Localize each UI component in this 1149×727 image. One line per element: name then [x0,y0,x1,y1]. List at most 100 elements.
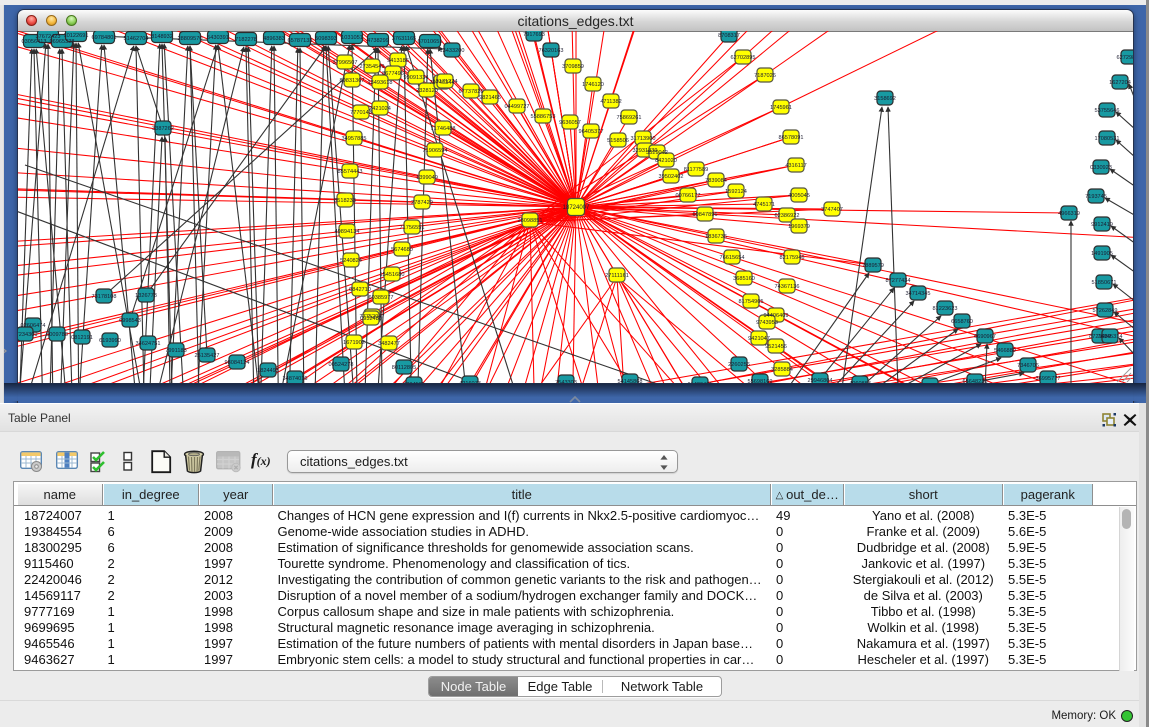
svg-text:1031051: 1031051 [341,35,363,41]
svg-text:9912419: 9912419 [1091,222,1113,228]
svg-text:76615654: 76615654 [720,255,745,261]
svg-text:85574443: 85574443 [338,169,363,175]
svg-text:3685160: 3685160 [733,276,755,282]
svg-text:39502402: 39502402 [659,174,684,180]
svg-text:34874016: 34874016 [283,376,308,382]
svg-text:1671902: 1671902 [343,340,365,346]
svg-text:51850671: 51850671 [1092,280,1117,286]
svg-text:1592124: 1592124 [725,189,747,195]
svg-text:1326773: 1326773 [135,293,157,299]
svg-text:28098851: 28098851 [518,218,543,224]
svg-text:04499727: 04499727 [505,104,530,110]
svg-text:7839084: 7839084 [705,178,727,184]
svg-text:67010651: 67010651 [418,39,443,45]
svg-text:62729806: 62729806 [1117,55,1133,61]
svg-text:7917693: 7917693 [523,32,545,38]
svg-text:3709859: 3709859 [562,64,584,70]
svg-text:4005045: 4005045 [788,193,810,199]
svg-text:4745171: 4745171 [753,202,775,208]
svg-text:5674680: 5674680 [391,247,413,253]
svg-text:3158692: 3158692 [874,96,896,102]
svg-text:6658760: 6658760 [951,319,973,325]
svg-text:8708317: 8708317 [718,33,740,39]
svg-text:8148932: 8148932 [151,34,173,40]
svg-text:15451680: 15451680 [380,272,405,278]
svg-text:1746120: 1746120 [582,82,604,88]
svg-text:6193990: 6193990 [99,338,121,344]
svg-text:80112805: 80112805 [392,365,416,371]
svg-text:65787133: 65787133 [288,38,313,44]
svg-text:7346706: 7346706 [1017,363,1039,369]
svg-text:62386922: 62386922 [775,213,800,219]
svg-text:0932480: 0932480 [360,316,382,322]
svg-text:2328120: 2328120 [416,88,438,94]
svg-text:9421047: 9421047 [748,336,770,342]
svg-text:71746488: 71746488 [431,126,456,132]
svg-text:0330923: 0330923 [1090,165,1112,171]
svg-text:7187026: 7187026 [754,73,776,79]
svg-text:34624751: 34624751 [136,341,161,347]
svg-text:17080531: 17080531 [1095,136,1120,142]
svg-text:1969379: 1969379 [788,224,810,230]
svg-text:81177589: 81177589 [684,167,708,173]
svg-text:73178108: 73178108 [92,294,117,300]
svg-text:1491905: 1491905 [1091,251,1113,257]
svg-text:13493618: 13493618 [368,80,393,86]
svg-text:69847896: 69847896 [693,212,718,218]
svg-text:0842710: 0842710 [349,287,371,293]
svg-text:1836736: 1836736 [705,234,727,240]
svg-text:71756551: 71756551 [400,225,425,231]
svg-text:4738299: 4738299 [367,38,389,44]
svg-text:9521456: 9521456 [765,344,787,350]
svg-text:9821465: 9821465 [479,95,501,101]
svg-text:18724007: 18724007 [563,205,590,211]
svg-text:60385977: 60385977 [369,295,394,301]
svg-text:5466889: 5466889 [994,348,1016,354]
svg-text:87234309: 87234309 [18,332,37,338]
svg-text:81223623: 81223623 [933,306,958,312]
svg-text:4966319: 4966319 [1058,211,1080,217]
svg-text:9636057: 9636057 [559,120,581,126]
svg-text:37631165: 37631165 [392,36,416,42]
svg-text:76320163: 76320163 [539,48,564,54]
svg-text:98084124: 98084124 [225,360,250,366]
svg-text:34957885: 34957885 [342,136,367,142]
svg-text:3387262: 3387262 [152,126,174,132]
svg-text:3518233: 3518233 [334,198,356,204]
svg-text:28809570: 28809570 [178,36,203,42]
svg-text:7193745: 7193745 [1085,194,1107,200]
svg-text:62702895: 62702895 [731,55,756,61]
svg-text:5158506: 5158506 [607,138,629,144]
svg-text:25135427: 25135427 [195,353,220,359]
svg-text:2787429: 2787429 [411,200,433,206]
svg-text:96405377: 96405377 [579,129,604,135]
svg-text:10122691: 10122691 [64,33,89,39]
svg-text:00524278: 00524278 [329,362,354,368]
svg-text:1399049: 1399049 [416,175,438,181]
svg-text:99091334: 99091334 [404,75,429,81]
svg-text:71906594: 71906594 [423,148,448,154]
svg-text:3285884: 3285884 [771,367,793,373]
svg-text:7991183: 7991183 [165,348,186,354]
svg-text:1824493: 1824493 [257,368,279,374]
svg-text:27354549: 27354549 [360,64,385,70]
svg-text:87277434: 87277434 [886,278,911,284]
svg-text:75869261: 75869261 [617,115,642,121]
svg-text:02606474: 02606474 [21,323,46,329]
svg-text:3747407: 3747407 [821,207,843,213]
svg-text:6998543: 6998543 [119,318,141,324]
svg-text:27111161: 27111161 [605,273,629,279]
svg-text:55886753: 55886753 [531,114,556,120]
svg-text:34714345: 34714345 [906,291,931,297]
svg-text:7182278: 7182278 [235,37,257,43]
svg-text:3529042: 3529042 [646,150,668,156]
svg-text:1627204: 1627204 [1109,80,1131,86]
svg-text:5430391: 5430391 [207,35,229,41]
svg-text:36995777: 36995777 [1036,376,1061,382]
svg-text:76945314: 76945314 [1098,334,1123,340]
svg-text:57262849: 57262849 [1093,308,1118,314]
svg-text:81754965: 81754965 [739,299,764,305]
svg-text:53755646: 53755646 [1095,108,1120,114]
svg-text:8421020: 8421020 [655,158,677,164]
svg-text:96965328: 96965328 [50,39,75,45]
